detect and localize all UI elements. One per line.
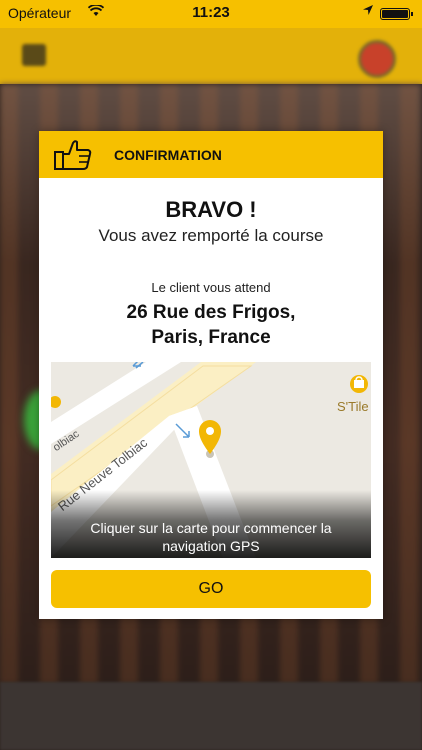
dialog-header-title: CONFIRMATION: [114, 147, 222, 163]
client-waiting-label: Le client vous attend: [151, 280, 271, 295]
dialog-title: BRAVO !: [165, 197, 257, 222]
menu-icon: [22, 44, 46, 66]
confirmation-dialog: CONFIRMATION BRAVO ! Vous avez remporté …: [39, 131, 383, 619]
go-button[interactable]: GO: [51, 570, 371, 608]
status-time: 11:23: [192, 4, 230, 21]
bottom-tab-bar: [0, 682, 422, 750]
map-caption: Cliquer sur la carte pour commencer la n…: [90, 520, 332, 554]
location-arrow-icon: [362, 4, 374, 19]
avatar: [358, 40, 396, 78]
dialog-header: CONFIRMATION: [39, 131, 383, 178]
thumbs-up-icon: [53, 139, 93, 171]
battery-icon: [380, 8, 413, 20]
dialog-subtitle: Vous avez remporté la course: [98, 226, 324, 245]
pickup-address-line1: 26 Rue des Frigos,: [126, 302, 296, 323]
pickup-address-line2: Paris, France: [151, 327, 271, 348]
map-view[interactable]: olbiac Rue Neuve Tolbiac S'Tile Cliquer …: [51, 362, 371, 558]
map-poi-label: S'Tile: [337, 399, 369, 414]
status-bar: Opérateur 11:23: [0, 0, 422, 28]
app-header: [0, 28, 422, 84]
